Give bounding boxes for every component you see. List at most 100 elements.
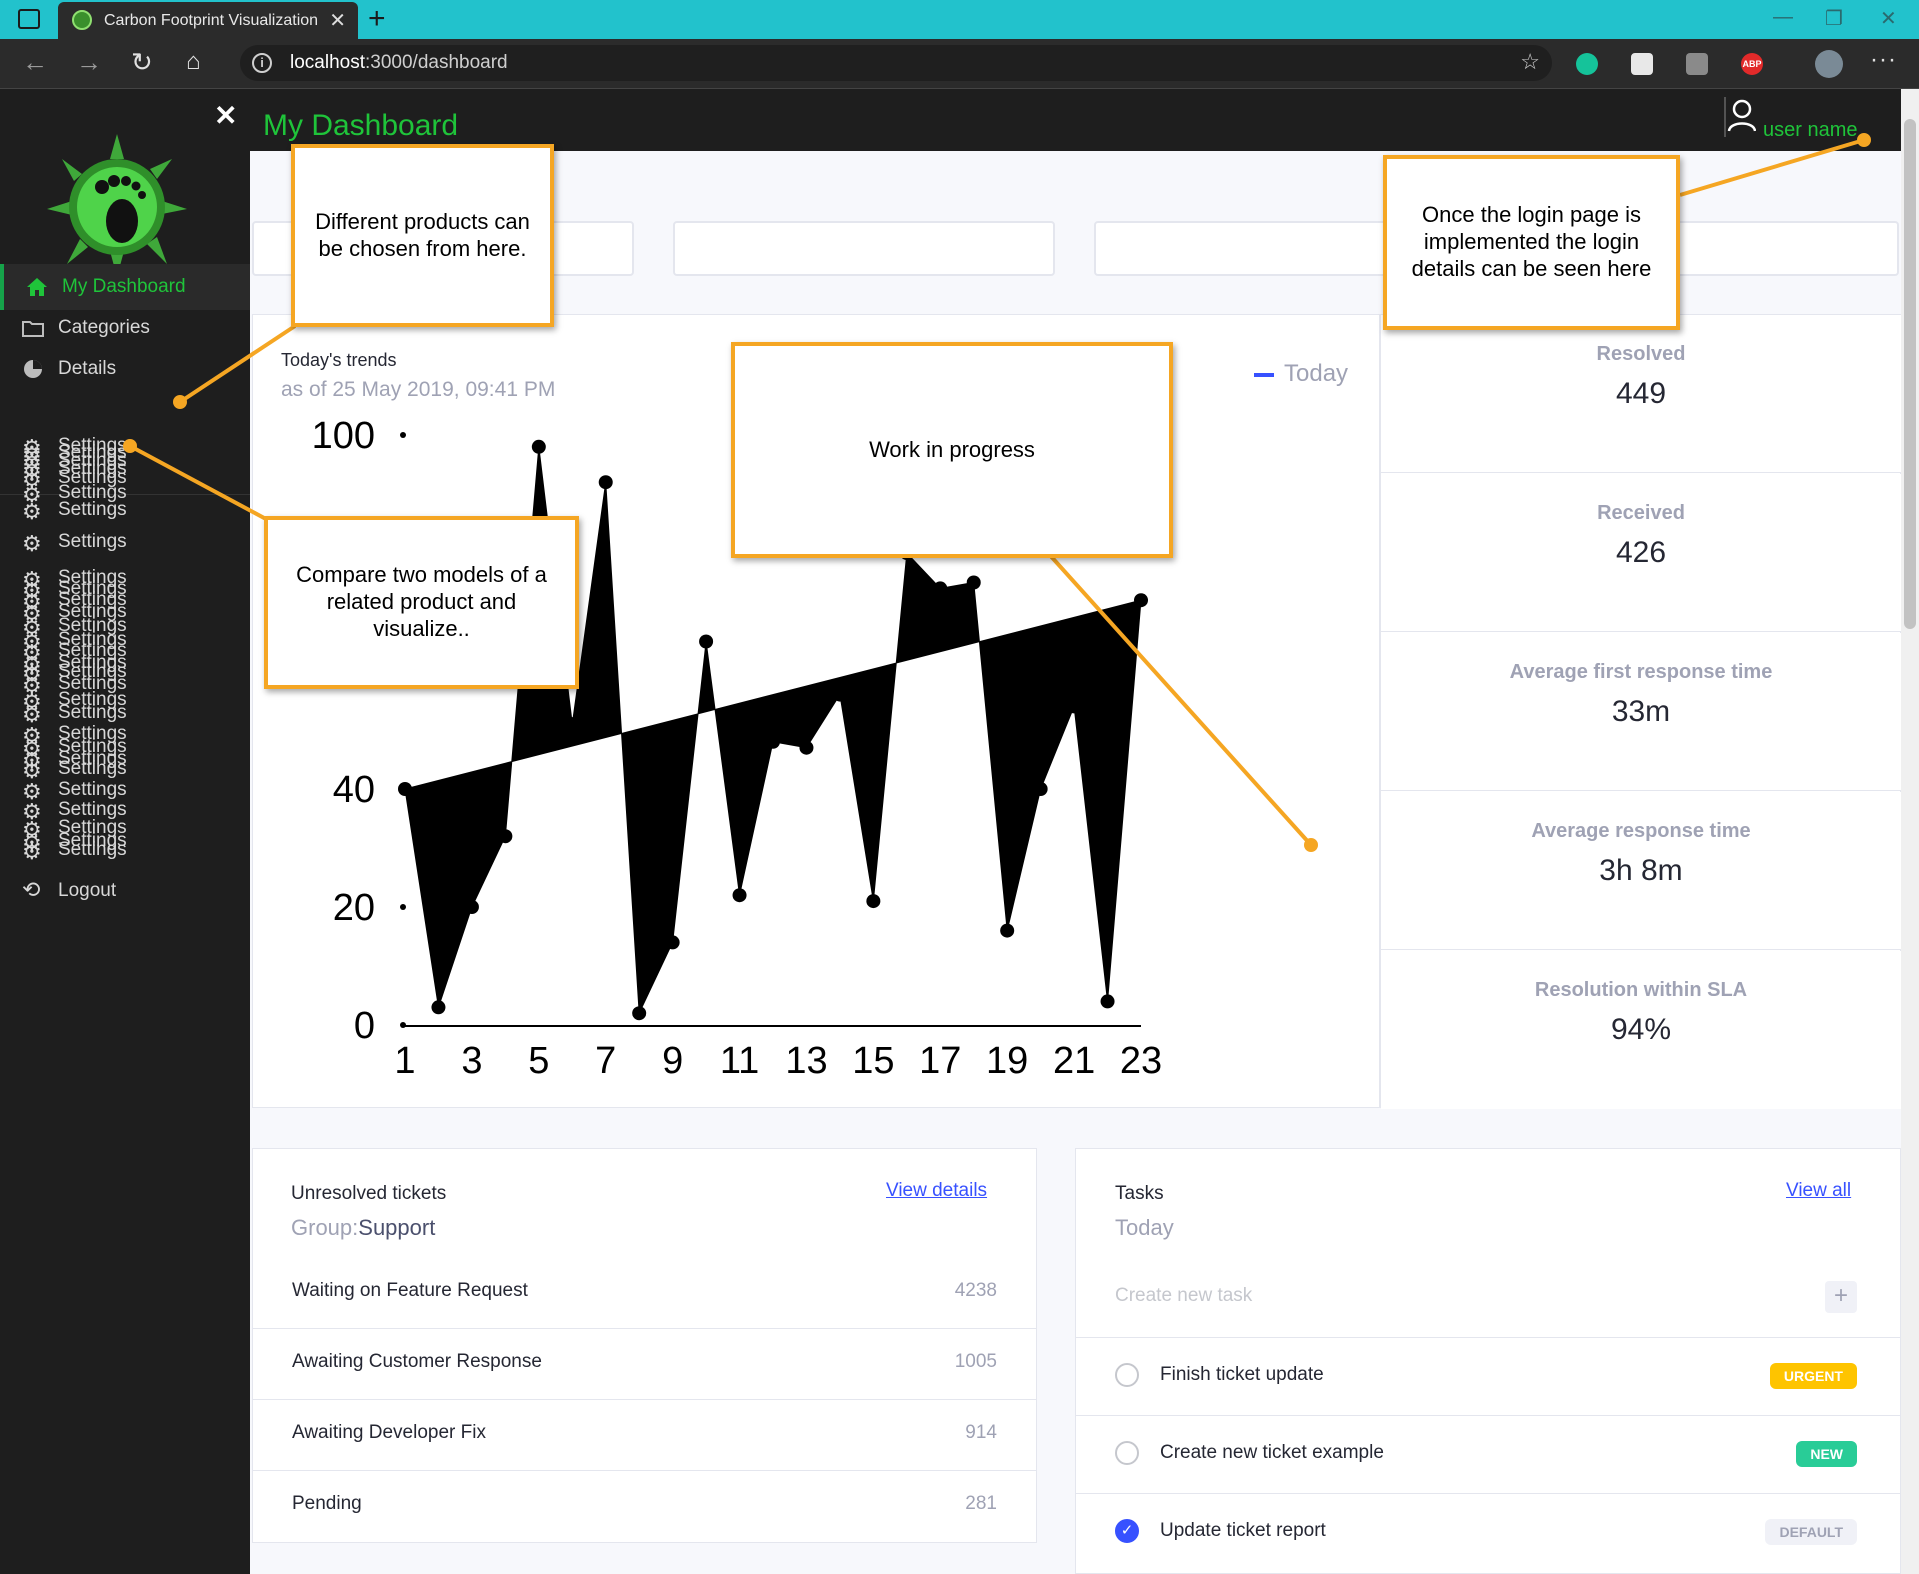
sidebar-item-settings[interactable]: ⚙ Settings bbox=[0, 779, 250, 804]
reload-icon[interactable]: ↻ bbox=[131, 47, 153, 78]
task-row[interactable]: Create new ticket example NEW bbox=[1075, 1415, 1901, 1493]
chart-point[interactable] bbox=[766, 734, 780, 749]
kpi-card[interactable] bbox=[673, 221, 1055, 276]
stat-first-response: Average first response time 33m bbox=[1381, 633, 1901, 791]
gear-icon: ⚙ bbox=[22, 531, 42, 556]
sidebar-item-dashboard[interactable]: My Dashboard bbox=[0, 264, 250, 310]
profile-avatar[interactable] bbox=[1815, 50, 1843, 78]
add-task-button[interactable]: + bbox=[1825, 1281, 1857, 1313]
chart-legend: Today bbox=[1254, 360, 1348, 388]
sidebar-item-settings[interactable]: ⚙ Settings bbox=[0, 839, 250, 864]
chart-point[interactable] bbox=[1134, 593, 1148, 608]
sidebar-item-settings[interactable]: ⚙ Settings bbox=[0, 758, 250, 783]
scrollbar-thumb[interactable] bbox=[1904, 119, 1916, 629]
y-tick-label: 0 bbox=[354, 1005, 375, 1047]
tasks-title: Tasks bbox=[1115, 1183, 1164, 1204]
annotation-compare: Compare two models of a related product … bbox=[264, 516, 579, 689]
user-name[interactable]: user name bbox=[1763, 119, 1858, 142]
sidebar-close-icon[interactable]: ✕ bbox=[214, 99, 237, 132]
sidebar-item-settings[interactable]: ⚙ Settings bbox=[0, 499, 250, 524]
window-menu-icon[interactable] bbox=[18, 9, 40, 29]
sidebar-item-settings[interactable]: ⚙ Settings bbox=[0, 531, 250, 556]
sidebar-item-logout[interactable]: ⟲ Logout bbox=[0, 868, 250, 914]
chart-point[interactable] bbox=[732, 888, 747, 903]
home-icon[interactable]: ⌂ bbox=[186, 48, 201, 76]
chart-point[interactable] bbox=[498, 829, 513, 844]
chart-point[interactable] bbox=[799, 740, 814, 755]
chart-point[interactable] bbox=[431, 1000, 446, 1015]
chart-point[interactable] bbox=[1033, 782, 1048, 796]
y-tick-mark bbox=[400, 1022, 406, 1028]
more-options-icon[interactable]: ··· bbox=[1870, 46, 1897, 74]
page-scrollbar[interactable] bbox=[1901, 89, 1919, 1574]
browser-tab[interactable]: Carbon Footprint Visualization ✕ bbox=[58, 2, 358, 39]
create-task-input[interactable]: Create new task bbox=[1115, 1285, 1252, 1307]
task-checkbox[interactable] bbox=[1115, 1441, 1139, 1465]
chart-baseline bbox=[405, 1025, 1141, 1027]
address-bar[interactable]: i localhost:3000/dashboard ☆ bbox=[240, 45, 1552, 81]
chart-point[interactable] bbox=[531, 439, 546, 454]
chart-point[interactable] bbox=[933, 581, 948, 596]
x-tick-label: 23 bbox=[1120, 1040, 1162, 1082]
stat-response-time: Average response time 3h 8m bbox=[1381, 792, 1901, 950]
page-title: My Dashboard bbox=[263, 109, 459, 142]
folder-icon bbox=[22, 321, 44, 337]
user-icon[interactable] bbox=[1724, 97, 1756, 137]
view-all-link[interactable]: View all bbox=[1786, 1180, 1851, 1202]
chart-point[interactable] bbox=[966, 575, 981, 590]
task-checkbox[interactable] bbox=[1115, 1363, 1139, 1387]
minimize-button[interactable]: — bbox=[1773, 6, 1793, 29]
favorite-star-icon[interactable]: ☆ bbox=[1520, 49, 1540, 75]
chart-point[interactable] bbox=[1000, 923, 1015, 938]
forward-icon[interactable]: → bbox=[76, 47, 102, 78]
y-tick-label: 100 bbox=[312, 415, 375, 457]
browser-toolbar: ← → ↻ ⌂ i localhost:3000/dashboard ☆ ABP bbox=[0, 39, 1919, 89]
new-tab-button[interactable]: + bbox=[368, 2, 386, 36]
annotation-products: Different products can be chosen from he… bbox=[291, 144, 554, 327]
x-tick-label: 9 bbox=[662, 1040, 683, 1082]
chart-point[interactable] bbox=[1100, 994, 1115, 1009]
chart-point[interactable] bbox=[832, 687, 847, 702]
new-badge: NEW bbox=[1796, 1441, 1857, 1467]
x-tick-label: 3 bbox=[461, 1040, 482, 1082]
ticket-row[interactable]: Awaiting Customer Response 1005 bbox=[252, 1328, 1037, 1398]
gear-icon: ⚙ bbox=[22, 499, 42, 524]
ticket-row[interactable]: Waiting on Feature Request 4238 bbox=[252, 1258, 1037, 1328]
chart-point[interactable] bbox=[665, 935, 680, 950]
sidebar-item-label: Details bbox=[58, 358, 117, 379]
annotation-login: Once the login page is implemented the l… bbox=[1383, 155, 1680, 330]
tickets-title: Unresolved tickets bbox=[291, 1183, 447, 1204]
site-info-icon[interactable]: i bbox=[252, 53, 272, 73]
task-row[interactable]: Finish ticket update URGENT bbox=[1075, 1337, 1901, 1415]
back-icon[interactable]: ← bbox=[22, 47, 48, 78]
chart-point[interactable] bbox=[1067, 699, 1082, 714]
sidebar-item-categories[interactable]: Categories bbox=[0, 305, 250, 351]
chart-point[interactable] bbox=[598, 475, 613, 490]
extension-icon[interactable] bbox=[1631, 53, 1653, 75]
close-window-button[interactable]: ✕ bbox=[1880, 6, 1897, 31]
chart-point[interactable] bbox=[866, 894, 881, 909]
ticket-row[interactable]: Awaiting Developer Fix 914 bbox=[252, 1399, 1037, 1469]
sidebar-item-details[interactable]: Details bbox=[0, 346, 250, 392]
stat-resolved: Resolved 449 bbox=[1381, 315, 1901, 473]
task-row[interactable]: ✓ Update ticket report DEFAULT bbox=[1075, 1493, 1901, 1571]
chart-point[interactable] bbox=[565, 717, 580, 732]
tab-close-icon[interactable]: ✕ bbox=[329, 8, 346, 33]
chart-point[interactable] bbox=[464, 900, 479, 914]
trends-subtitle: as of 25 May 2019, 09:41 PM bbox=[281, 378, 556, 401]
collections-icon[interactable] bbox=[1686, 53, 1708, 75]
ticket-row[interactable]: Pending 281 bbox=[252, 1470, 1037, 1540]
main-header: My Dashboard user name bbox=[250, 89, 1901, 151]
x-tick-label: 19 bbox=[986, 1040, 1028, 1082]
chart-point[interactable] bbox=[632, 1006, 647, 1021]
sidebar-item-settings[interactable]: ⚙ Settings bbox=[0, 702, 250, 727]
grammarly-icon[interactable] bbox=[1576, 53, 1598, 75]
tab-favicon-icon bbox=[72, 10, 92, 30]
adblock-icon[interactable]: ABP bbox=[1741, 53, 1763, 75]
task-checkbox-checked[interactable]: ✓ bbox=[1115, 1519, 1139, 1543]
view-details-link[interactable]: View details bbox=[886, 1180, 987, 1202]
restore-button[interactable]: ❐ bbox=[1825, 6, 1843, 31]
annotation-wip: Work in progress bbox=[731, 342, 1173, 558]
chart-point[interactable] bbox=[699, 634, 714, 649]
gear-icon: ⚙ bbox=[22, 839, 42, 864]
